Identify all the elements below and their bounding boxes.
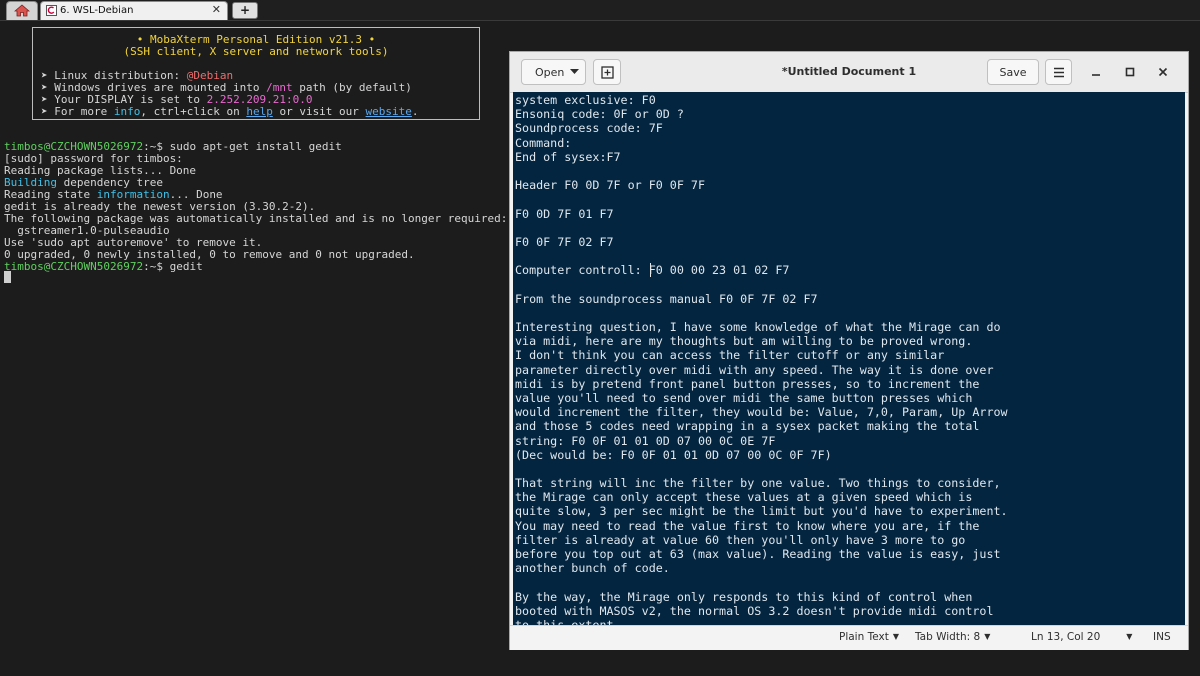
- editor-line: quite slow, 3 per sec might be the limit…: [515, 504, 1008, 519]
- editor-line: You may need to read the value first to …: [515, 518, 980, 533]
- debian-swirl-icon: [46, 5, 57, 16]
- editor-line: From the soundprocess manual F0 0F 7F 02…: [515, 291, 818, 306]
- prompt-user: timbos@CZCHOWN5026972: [4, 260, 144, 273]
- editor-line: F0 0F 7F 02 F7: [515, 234, 614, 249]
- welcome-banner: • MobaXterm Personal Edition v21.3 • (SS…: [32, 27, 480, 120]
- insert-mode-indicator: INS: [1153, 631, 1171, 643]
- editor-line: Command:: [515, 135, 572, 150]
- editor-line: (Dec would be: F0 0F 01 01 0D 07 00 0C 0…: [515, 447, 832, 462]
- editor-content: system exclusive: F0 Ensoniq code: 0F or …: [515, 93, 1008, 625]
- command-line: timbos@CZCHOWN5026972:~$ gedit: [4, 260, 203, 273]
- tab-wsl-debian[interactable]: 6. WSL-Debian ✕: [40, 1, 228, 20]
- close-tab-icon[interactable]: ✕: [212, 3, 221, 16]
- editor-line: F0 0D 7F 01 F7: [515, 206, 614, 221]
- tab-bar: 6. WSL-Debian ✕ +: [0, 0, 1200, 21]
- tab-label: 6. WSL-Debian: [60, 5, 134, 16]
- hamburger-menu-icon: [1054, 67, 1064, 78]
- save-button[interactable]: Save: [987, 59, 1039, 85]
- help-link[interactable]: help: [246, 105, 273, 118]
- editor-line: system exclusive: F0: [515, 93, 656, 107]
- editor-line: before you top out at 63 (max value). Re…: [515, 547, 1001, 561]
- status-bar: Plain Text ▼ Tab Width: 8 ▼ Ln 13, Col 20 ▼…: [510, 625, 1188, 650]
- editor-line: the Mirage can only accept these values …: [515, 490, 973, 505]
- editor-line: Computer controll: F0 00 00 23 01 02 F7: [515, 263, 790, 278]
- editor-line: via midi, here are my thoughts but am wi…: [515, 334, 973, 349]
- editor-line: That string will inc the filter by one v…: [515, 476, 1001, 491]
- editor-line: Soundprocess code: 7F: [515, 121, 663, 136]
- gedit-window: Open *Untitled Document 1 Save system ex…: [509, 51, 1189, 650]
- language-selector[interactable]: Plain Text ▼: [839, 631, 899, 643]
- cursor-position-selector[interactable]: Ln 13, Col 20 ▼: [1031, 631, 1132, 643]
- info-line: ➤ For more info, ctrl+click on help or v…: [41, 105, 419, 118]
- home-icon: [14, 4, 30, 17]
- banner-subtitle: (SSH client, X server and network tools): [123, 45, 389, 58]
- document-title: *Untitled Document 1: [781, 65, 917, 78]
- editor-line: End of sysex:F7: [515, 149, 621, 164]
- command-text: sudo apt-get install gedit: [169, 140, 342, 153]
- editor-line: Header F0 0D 7F or F0 0F 7F: [515, 178, 705, 193]
- editor-line: string: F0 0F 01 01 0D 07 00 0C 0E 7F: [515, 433, 776, 448]
- chevron-down-icon: ▼: [984, 632, 991, 641]
- editor-line: would increment the filter, they would b…: [515, 405, 1008, 420]
- text-editor[interactable]: system exclusive: F0 Ensoniq code: 0F or …: [513, 92, 1185, 625]
- info-link[interactable]: info: [114, 105, 141, 118]
- editor-line: to this extent: [515, 617, 614, 625]
- terminal-cursor: [4, 271, 11, 283]
- editor-line: Ensoniq code: 0F or 0D ?: [515, 107, 684, 122]
- website-link[interactable]: website: [366, 105, 412, 118]
- editor-line: booted with MASOS v2, the normal OS 3.2 …: [515, 603, 994, 618]
- command-text: gedit: [169, 260, 203, 273]
- editor-line: midi is by pretend front panel button pr…: [515, 376, 980, 391]
- editor-line: Interesting question, I have some knowle…: [515, 320, 1001, 334]
- editor-line: parameter directly over midi with any sp…: [515, 362, 994, 377]
- close-icon[interactable]: [1155, 64, 1171, 80]
- chevron-down-icon: ▼: [1126, 632, 1133, 641]
- home-tab[interactable]: [6, 1, 38, 20]
- save-label: Save: [999, 66, 1027, 79]
- chevron-down-icon: ▼: [892, 632, 899, 641]
- editor-line: I don't think you can access the filter …: [515, 348, 945, 363]
- maximize-icon[interactable]: [1122, 64, 1138, 80]
- terminal-output: timbos@CZCHOWN5026972:~$ sudo apt-get in…: [4, 141, 507, 273]
- menu-button[interactable]: [1045, 59, 1072, 85]
- minimize-icon[interactable]: [1088, 64, 1104, 80]
- editor-line: another bunch of code.: [515, 561, 670, 576]
- header-bar: Open *Untitled Document 1 Save: [510, 52, 1188, 93]
- new-tab-button[interactable]: +: [232, 2, 258, 19]
- editor-line: value you'll need to send over midi the …: [515, 390, 973, 405]
- banner-bullets: ➤ Linux distribution: @Debian ➤ Windows …: [41, 70, 419, 118]
- text-cursor: [650, 263, 651, 277]
- editor-line: and those 5 codes need wrapping in a sys…: [515, 419, 980, 434]
- editor-line: filter is already at value 60 then you'l…: [515, 532, 966, 547]
- tab-width-selector[interactable]: Tab Width: 8 ▼: [915, 631, 990, 643]
- editor-line: By the way, the Mirage only responds to …: [515, 589, 973, 604]
